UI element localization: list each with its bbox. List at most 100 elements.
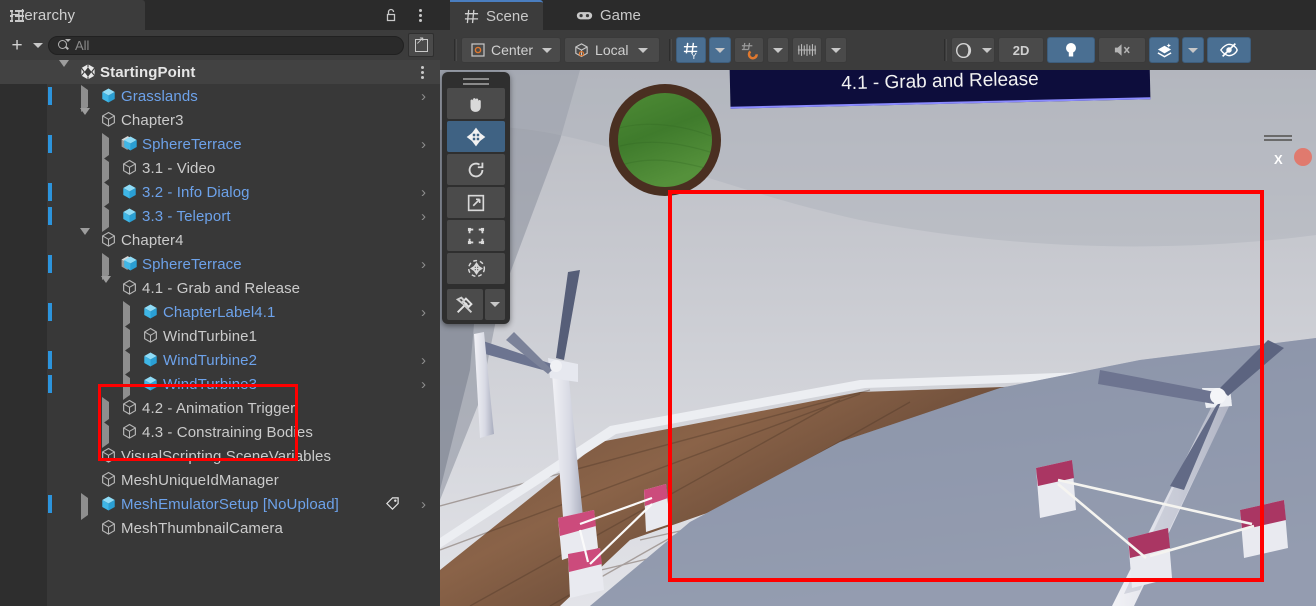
view-2d-toggle[interactable]: 2D (998, 37, 1045, 63)
foldout-toggle[interactable] (102, 421, 116, 448)
cube-blue-icon (142, 351, 159, 368)
hierarchy-row[interactable]: 3.2 - Info Dialog › (0, 180, 440, 208)
chevron-down-icon (80, 228, 90, 252)
hierarchy-row[interactable]: StartingPoint (0, 60, 440, 84)
hierarchy-row[interactable]: SphereTerrace › (0, 252, 440, 280)
foldout-toggle[interactable] (123, 373, 137, 400)
grid-snapping-button[interactable]: Y (676, 37, 707, 63)
hierarchy-menu-icon[interactable] (412, 5, 428, 25)
rect-tool-button[interactable] (447, 220, 505, 251)
scene-lighting-toggle[interactable] (1047, 37, 1096, 63)
hierarchy-tree[interactable]: StartingPoint Grasslands › Chapter3 SphereTe… (0, 60, 440, 606)
hierarchy-row[interactable]: 3.3 - Teleport › (0, 204, 440, 232)
chevron-down-icon (80, 108, 90, 132)
foldout-toggle[interactable] (102, 181, 116, 208)
draw-mode-button[interactable] (951, 37, 996, 63)
rotate-tool-button[interactable] (447, 154, 505, 185)
custom-tools-button[interactable] (447, 289, 483, 320)
foldout-toggle[interactable] (102, 253, 116, 280)
hierarchy-row[interactable]: Chapter3 (0, 108, 440, 132)
scene-tab-label: Scene (486, 7, 529, 25)
search-input[interactable]: All (48, 35, 404, 55)
cube-outline-icon (121, 159, 138, 176)
foldout-toggle[interactable] (59, 60, 73, 84)
hierarchy-item-label: SphereTerrace (142, 255, 242, 273)
add-gameobject-button[interactable]: + (4, 34, 30, 56)
hierarchy-row[interactable]: WindTurbine1 (0, 324, 440, 352)
chevron-down-icon (101, 276, 111, 300)
hierarchy-row[interactable]: 4.3 - Constraining Bodies (0, 420, 440, 448)
tools-drag-handle[interactable] (463, 76, 489, 86)
hierarchy-row[interactable]: Chapter4 (0, 228, 440, 252)
game-tab-label: Game (600, 6, 641, 24)
move-tool-button[interactable] (447, 121, 505, 152)
scene-effects-dropdown[interactable] (1182, 37, 1205, 63)
scene-viewport[interactable]: 4.1 - Grab and Release X (440, 70, 1316, 606)
custom-tools-dropdown[interactable] (485, 289, 505, 320)
hand-tool-button[interactable] (447, 88, 505, 119)
foldout-toggle[interactable] (123, 349, 137, 376)
foldout-toggle[interactable] (123, 301, 137, 328)
open-prefab-chevron[interactable]: › (421, 257, 426, 272)
hidden-objects-toggle[interactable] (1207, 37, 1252, 63)
hierarchy-item-label: Chapter3 (121, 111, 184, 129)
handle-space-button[interactable]: Local (564, 37, 661, 63)
hierarchy-row[interactable]: MeshThumbnailCamera (0, 516, 440, 540)
hierarchy-row[interactable]: VisualScripting SceneVariables (0, 444, 440, 468)
open-prefab-chevron[interactable]: › (421, 377, 426, 392)
vertex-snapping-button[interactable] (734, 37, 765, 63)
hierarchy-row[interactable]: MeshEmulatorSetup [NoUpload] › (0, 492, 440, 520)
foldout-toggle[interactable] (102, 205, 116, 232)
foldout-toggle[interactable] (101, 276, 115, 300)
hierarchy-row[interactable]: MeshUniqueIdManager (0, 468, 440, 492)
foldout-toggle[interactable] (80, 228, 94, 252)
tab-game[interactable]: Game (562, 0, 655, 30)
gizmo-x-axis-handle[interactable] (1294, 148, 1312, 166)
hierarchy-row[interactable]: ChapterLabel4.1 › (0, 300, 440, 328)
hierarchy-row[interactable]: 4.2 - Animation Trigger (0, 396, 440, 424)
hierarchy-row[interactable]: 3.1 - Video (0, 156, 440, 184)
pivot-center-icon (471, 43, 485, 57)
chevron-down-icon (59, 60, 69, 84)
tab-hierarchy[interactable]: Hierarchy (0, 0, 145, 30)
scene-tools-palette[interactable] (442, 72, 510, 324)
tab-scene[interactable]: Scene (450, 0, 543, 30)
hierarchy-row[interactable]: SphereTerrace › (0, 132, 440, 160)
lock-open-icon[interactable] (382, 6, 400, 24)
open-prefab-chevron[interactable]: › (421, 209, 426, 224)
add-dropdown-button[interactable] (30, 34, 46, 56)
hierarchy-row[interactable]: WindTurbine3 › (0, 372, 440, 400)
vertex-snapping-dropdown[interactable] (767, 37, 790, 63)
grid-snapping-dropdown[interactable] (709, 37, 732, 63)
hierarchy-row[interactable]: 4.1 - Grab and Release (0, 276, 440, 300)
scene-audio-toggle[interactable] (1098, 37, 1147, 63)
open-prefab-chevron[interactable]: › (421, 497, 426, 512)
foldout-toggle[interactable] (81, 493, 95, 520)
foldout-toggle[interactable] (81, 85, 95, 112)
grid-visibility-dropdown[interactable] (825, 37, 848, 63)
pivot-mode-button[interactable]: Center (461, 37, 562, 63)
hierarchy-item-label: SphereTerrace (142, 135, 242, 153)
open-prefab-chevron[interactable]: › (421, 185, 426, 200)
hierarchy-row[interactable]: WindTurbine2 › (0, 348, 440, 376)
hierarchy-row[interactable]: Grasslands › (0, 84, 440, 112)
transform-tool-button[interactable] (447, 253, 505, 284)
grid-visibility-button[interactable] (792, 37, 823, 63)
prefab-indicator-bar (48, 303, 52, 321)
open-prefab-chevron[interactable]: › (421, 89, 426, 104)
open-prefab-chevron[interactable]: › (421, 137, 426, 152)
open-prefab-chevron[interactable]: › (421, 305, 426, 320)
prefab-indicator-bar (48, 87, 52, 105)
row-menu-icon[interactable] (414, 62, 430, 82)
foldout-toggle[interactable] (102, 133, 116, 160)
scene-orientation-gizmo[interactable]: X (1244, 130, 1316, 220)
scale-tool-button[interactable] (447, 187, 505, 218)
open-prefab-chevron[interactable]: › (421, 353, 426, 368)
foldout-toggle[interactable] (102, 397, 116, 424)
scene-effects-toggle[interactable] (1149, 37, 1180, 63)
foldout-toggle[interactable] (80, 108, 94, 132)
search-placeholder: All (75, 37, 90, 53)
foldout-toggle[interactable] (123, 325, 137, 352)
search-expand-button[interactable] (408, 33, 434, 57)
foldout-toggle[interactable] (102, 157, 116, 184)
